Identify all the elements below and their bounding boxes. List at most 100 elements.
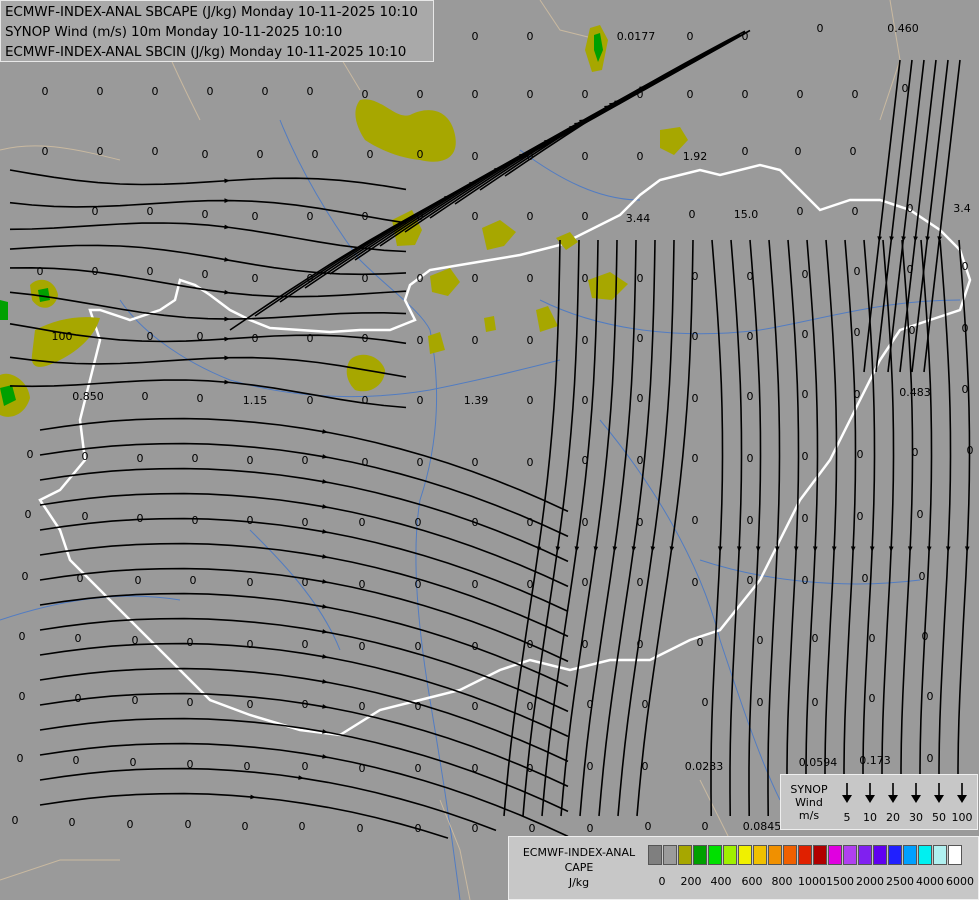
sbcin-value-label: 0 bbox=[415, 700, 422, 713]
cape-legend-swatch bbox=[828, 845, 842, 865]
sbcin-value-label: 0 bbox=[362, 394, 369, 407]
sbcin-value-label: 0 bbox=[97, 145, 104, 158]
sbcin-value-label: 0 bbox=[299, 820, 306, 833]
sbcin-value-label: 0.0233 bbox=[685, 760, 724, 773]
cape-legend-swatch bbox=[783, 845, 797, 865]
sbcin-value-label: 0 bbox=[152, 85, 159, 98]
cape-legend-title-line2: CAPE bbox=[564, 861, 594, 874]
sbcin-value-label: 0 bbox=[802, 328, 809, 341]
sbcin-value-label: 0 bbox=[92, 265, 99, 278]
cape-legend-label: 1000 bbox=[798, 875, 826, 888]
sbcin-value-label: 0 bbox=[742, 88, 749, 101]
sbcin-value-label: 0 bbox=[687, 30, 694, 43]
sbcin-value-label: 0 bbox=[907, 202, 914, 215]
sbcin-value-label: 0 bbox=[187, 696, 194, 709]
sbcin-value-label: 0 bbox=[359, 640, 366, 653]
sbcin-value-label: 0 bbox=[907, 263, 914, 276]
sbcin-value-label: 0 bbox=[22, 570, 29, 583]
cape-legend-label: 1500 bbox=[826, 875, 854, 888]
sbcin-value-label: 0 bbox=[852, 88, 859, 101]
sbcin-value-label: 0 bbox=[252, 332, 259, 345]
sbcin-value-label: 0 bbox=[137, 452, 144, 465]
sbcin-value-label: 0 bbox=[132, 694, 139, 707]
sbcin-value-label: 0 bbox=[909, 324, 916, 337]
sbcin-value-label: 0 bbox=[812, 632, 819, 645]
sbcin-value-label: 0 bbox=[637, 392, 644, 405]
sbcin-value-label: 0 bbox=[962, 383, 969, 396]
sbcin-value-label: 0 bbox=[359, 578, 366, 591]
cape-area bbox=[484, 316, 496, 332]
cape-legend-swatch bbox=[813, 845, 827, 865]
sbcin-value-label: 0 bbox=[812, 696, 819, 709]
sbcin-value-label: 0 bbox=[247, 454, 254, 467]
sbcin-value-label: 0 bbox=[132, 634, 139, 647]
sbcin-value-label: 0 bbox=[417, 272, 424, 285]
sbcin-value-label: 0 bbox=[637, 454, 644, 467]
sbcin-value-label: 0 bbox=[802, 512, 809, 525]
sbcin-value-label: 0 bbox=[587, 822, 594, 835]
sbcin-value-label: 0 bbox=[747, 514, 754, 527]
sbcin-value-label: 0 bbox=[82, 510, 89, 523]
sbcin-value-label: 0 bbox=[857, 510, 864, 523]
sbcin-value-label: 0 bbox=[252, 272, 259, 285]
cape-legend-swatch bbox=[903, 845, 917, 865]
sbcin-value-label: 0 bbox=[75, 632, 82, 645]
cape-legend-swatch bbox=[648, 845, 662, 865]
wind-legend-arrow-icon bbox=[952, 781, 972, 805]
sbcin-value-label: 0 bbox=[302, 698, 309, 711]
sbcin-value-label: 0 bbox=[19, 630, 26, 643]
sbcin-value-label: 1.15 bbox=[243, 394, 268, 407]
cape-legend-swatch bbox=[948, 845, 962, 865]
sbcin-value-label: 0 bbox=[645, 820, 652, 833]
sbcin-value-label: 0 bbox=[854, 326, 861, 339]
cape-legend-label: 4000 bbox=[916, 875, 944, 888]
sbcin-value-label: 0 bbox=[472, 150, 479, 163]
sbcin-value-label: 0 bbox=[637, 88, 644, 101]
sbcin-value-label: 0 bbox=[262, 85, 269, 98]
sbcin-value-label: 1.92 bbox=[683, 150, 708, 163]
sbcin-value-label: 0 bbox=[582, 150, 589, 163]
sbcin-value-label: 0 bbox=[927, 752, 934, 765]
sbcin-value-label: 3.44 bbox=[626, 212, 651, 225]
sbcin-value-label: 0 bbox=[362, 88, 369, 101]
sbcin-value-label: 0 bbox=[472, 578, 479, 591]
sbcin-value-label: 0 bbox=[912, 446, 919, 459]
sbcin-value-label: 0 bbox=[642, 760, 649, 773]
sbcin-value-label: 0 bbox=[692, 576, 699, 589]
sbcin-value-label: 0 bbox=[587, 698, 594, 711]
sbcin-value-label: 0 bbox=[587, 760, 594, 773]
wind-legend-arrow-icon bbox=[860, 781, 880, 805]
title-synop-wind: SYNOP Wind (m/s) 10m Monday 10-11-2025 1… bbox=[5, 24, 343, 40]
sbcin-value-label: 0 bbox=[77, 572, 84, 585]
sbcin-value-label: 0 bbox=[582, 454, 589, 467]
wind-legend-speed-label: 20 bbox=[886, 811, 900, 824]
sbcin-value-label: 0 bbox=[692, 270, 699, 283]
cape-legend-swatch bbox=[933, 845, 947, 865]
cape-legend-swatch bbox=[768, 845, 782, 865]
sbcin-value-label: 0 bbox=[359, 516, 366, 529]
sbcin-value-label: 0 bbox=[137, 512, 144, 525]
wind-legend: SYNOP Wind m/s 5 10 20 30 50 100 bbox=[780, 774, 978, 830]
sbcin-value-label: 0 bbox=[197, 330, 204, 343]
sbcin-value-label: 0 bbox=[17, 752, 24, 765]
cape-legend-swatch bbox=[858, 845, 872, 865]
sbcin-value-label: 0 bbox=[637, 272, 644, 285]
sbcin-value-label: 0 bbox=[637, 576, 644, 589]
sbcin-value-label: 0 bbox=[302, 516, 309, 529]
sbcin-value-label: 0 bbox=[185, 818, 192, 831]
sbcin-value-label: 0 bbox=[967, 444, 974, 457]
cape-legend-label: 6000 bbox=[946, 875, 974, 888]
sbcin-value-label: 0 bbox=[135, 574, 142, 587]
sbcin-value-label: 0 bbox=[127, 818, 134, 831]
cape-legend-swatch bbox=[678, 845, 692, 865]
sbcin-value-label: 0 bbox=[247, 576, 254, 589]
sbcin-value-label: 0 bbox=[472, 456, 479, 469]
sbcin-value-label: 0 bbox=[415, 640, 422, 653]
sbcin-value-label: 0 bbox=[527, 700, 534, 713]
sbcin-value-label: 0 bbox=[527, 394, 534, 407]
sbcin-value-label: 0 bbox=[415, 578, 422, 591]
wind-legend-title-line3: m/s bbox=[798, 809, 820, 822]
sbcin-value-label: 0 bbox=[147, 330, 154, 343]
sbcin-value-label: 0 bbox=[415, 822, 422, 835]
cape-legend-swatch bbox=[753, 845, 767, 865]
